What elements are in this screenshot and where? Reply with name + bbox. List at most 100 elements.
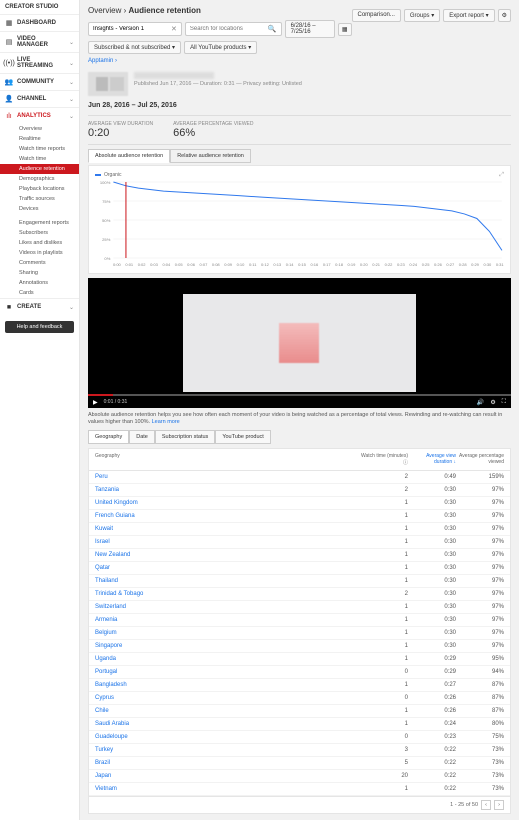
geo-cell[interactable]: Israel: [95, 539, 360, 545]
geo-cell[interactable]: Brazil: [95, 760, 360, 766]
channel-link[interactable]: Apptamin ›: [88, 58, 117, 64]
sidebar-sub-overview[interactable]: Overview: [14, 124, 79, 134]
video-search-field[interactable]: [93, 26, 171, 32]
channel-icon: 👤: [5, 95, 13, 103]
apv-cell: 95%: [456, 656, 504, 662]
geo-cell[interactable]: Qatar: [95, 565, 360, 571]
geo-cell[interactable]: French Guiana: [95, 513, 360, 519]
play-icon[interactable]: ▶: [93, 399, 98, 406]
sidebar-item-channel[interactable]: 👤CHANNEL⌄: [0, 90, 79, 107]
page-prev-button[interactable]: ‹: [481, 800, 491, 810]
clear-icon[interactable]: ✕: [171, 25, 177, 33]
geo-cell[interactable]: Trinidad & Tobago: [95, 591, 360, 597]
geo-cell[interactable]: Japan: [95, 773, 360, 779]
sidebar-sub-watch-time-reports[interactable]: Watch time reports: [14, 144, 79, 154]
sidebar-item-live-streaming[interactable]: ((•))LIVE STREAMING⌄: [0, 52, 79, 73]
sidebar-sub-videos-in-playlists[interactable]: Videos in playlists: [14, 248, 79, 258]
th-apv[interactable]: Average percentage viewed: [456, 453, 504, 466]
sidebar-sub-watch-time[interactable]: Watch time: [14, 154, 79, 164]
location-search-input[interactable]: 🔍: [185, 22, 282, 36]
table-row: Japan200:2273%: [89, 770, 510, 783]
sidebar-sub-likes-and-dislikes[interactable]: Likes and dislikes: [14, 238, 79, 248]
geo-cell[interactable]: Vietnam: [95, 786, 360, 792]
sidebar-analytics[interactable]: ılı ANALYTICS ⌄: [0, 107, 79, 124]
filter-tab-subscription-status[interactable]: Subscription status: [155, 430, 215, 444]
geo-cell[interactable]: Belgium: [95, 630, 360, 636]
geo-cell[interactable]: Guadeloupe: [95, 734, 360, 740]
avd-cell: 0:22: [408, 786, 456, 792]
sidebar-sub-cards[interactable]: Cards: [14, 288, 79, 298]
comparison-button[interactable]: Comparison...: [352, 9, 401, 22]
geo-cell[interactable]: Bangladesh: [95, 682, 360, 688]
sidebar-item-dashboard[interactable]: ▦DASHBOARD: [0, 14, 79, 31]
sidebar-sub-subscribers[interactable]: Subscribers: [14, 228, 79, 238]
geo-cell[interactable]: Tanzania: [95, 487, 360, 493]
geo-cell[interactable]: Armenia: [95, 617, 360, 623]
expand-icon[interactable]: ⤢: [499, 172, 504, 179]
video-search-input[interactable]: ✕: [88, 22, 182, 36]
filter-tab-date[interactable]: Date: [129, 430, 155, 444]
sidebar-item-video-manager[interactable]: ▤VIDEO MANAGER⌄: [0, 31, 79, 52]
learn-more-link[interactable]: Learn more: [152, 419, 180, 425]
sidebar-create[interactable]: ■ CREATE ⌄: [0, 298, 79, 315]
geo-cell[interactable]: Portugal: [95, 669, 360, 675]
filter-tab-youtube-product[interactable]: YouTube product: [215, 430, 271, 444]
th-avd[interactable]: Average view duration ↓: [408, 453, 456, 466]
sidebar-sub-realtime[interactable]: Realtime: [14, 134, 79, 144]
sidebar-sub-sharing[interactable]: Sharing: [14, 268, 79, 278]
groups-button[interactable]: Groups ▾: [404, 9, 440, 22]
geo-cell[interactable]: Saudi Arabia: [95, 721, 360, 727]
sidebar-sub-annotations[interactable]: Annotations: [14, 278, 79, 288]
sidebar-sub-traffic-sources[interactable]: Traffic sources: [14, 194, 79, 204]
geo-cell[interactable]: Thailand: [95, 578, 360, 584]
geo-cell[interactable]: Turkey: [95, 747, 360, 753]
tab-absolute[interactable]: Absolute audience retention: [88, 149, 170, 163]
geo-cell[interactable]: Singapore: [95, 643, 360, 649]
geo-cell[interactable]: New Zealand: [95, 552, 360, 558]
legend-label: Organic: [104, 172, 122, 178]
retention-chart[interactable]: 0%25%50%75%100%: [95, 180, 504, 260]
product-filter[interactable]: All YouTube products ▾: [184, 41, 257, 54]
geo-cell[interactable]: Switzerland: [95, 604, 360, 610]
watch-cell: 20: [360, 773, 408, 779]
geo-cell[interactable]: Chile: [95, 708, 360, 714]
sidebar-item-community[interactable]: 👥COMMUNITY⌄: [0, 73, 79, 90]
sidebar-sub-comments[interactable]: Comments: [14, 258, 79, 268]
watch-cell: 1: [360, 578, 408, 584]
sidebar-sub-demographics[interactable]: Demographics: [14, 174, 79, 184]
location-search-field[interactable]: [190, 26, 268, 32]
calendar-button[interactable]: ▦: [338, 23, 352, 36]
geo-cell[interactable]: Uganda: [95, 656, 360, 662]
apv-cell: 73%: [456, 773, 504, 779]
volume-icon[interactable]: 🔊: [477, 399, 484, 406]
th-geography[interactable]: Geography: [95, 453, 360, 466]
date-range-picker[interactable]: 6/28/16 – 7/25/16: [285, 20, 335, 38]
geo-cell[interactable]: Kuwait: [95, 526, 360, 532]
export-report-button[interactable]: Export report ▾: [443, 9, 494, 22]
sidebar-sub-devices[interactable]: Devices: [14, 204, 79, 214]
help-feedback-button[interactable]: Help and feedback: [5, 321, 74, 333]
video-player[interactable]: ▶ 0:01 / 0:31 🔊 ⚙ ⛶: [88, 278, 511, 408]
watch-cell: 1: [360, 500, 408, 506]
sidebar-sub-audience-retention[interactable]: Audience retention: [0, 164, 79, 174]
subscribed-filter[interactable]: Subscribed & not subscribed ▾: [88, 41, 181, 54]
tab-relative[interactable]: Relative audience retention: [170, 149, 251, 163]
breadcrumb-parent[interactable]: Overview: [88, 6, 121, 15]
avd-cell: 0:29: [408, 669, 456, 675]
th-watch-time[interactable]: Watch time (minutes) ⓘ: [360, 453, 408, 466]
filter-tab-geography[interactable]: Geography: [88, 430, 129, 444]
fullscreen-icon[interactable]: ⛶: [502, 399, 506, 406]
page-next-button[interactable]: ›: [494, 800, 504, 810]
geo-cell[interactable]: Peru: [95, 474, 360, 480]
settings-button[interactable]: ⚙: [498, 9, 511, 22]
sidebar-sub-engagement-reports[interactable]: Engagement reports: [14, 218, 79, 228]
sidebar-sub-playback-locations[interactable]: Playback locations: [14, 184, 79, 194]
player-settings-icon[interactable]: ⚙: [490, 399, 495, 406]
geo-cell[interactable]: Cyprus: [95, 695, 360, 701]
apv-cell: 97%: [456, 565, 504, 571]
avd-cell: 0:30: [408, 578, 456, 584]
geo-cell[interactable]: United Kingdom: [95, 500, 360, 506]
table-row: Bangladesh10:2787%: [89, 679, 510, 692]
search-icon[interactable]: 🔍: [268, 25, 277, 33]
community-icon: 👥: [5, 78, 13, 86]
